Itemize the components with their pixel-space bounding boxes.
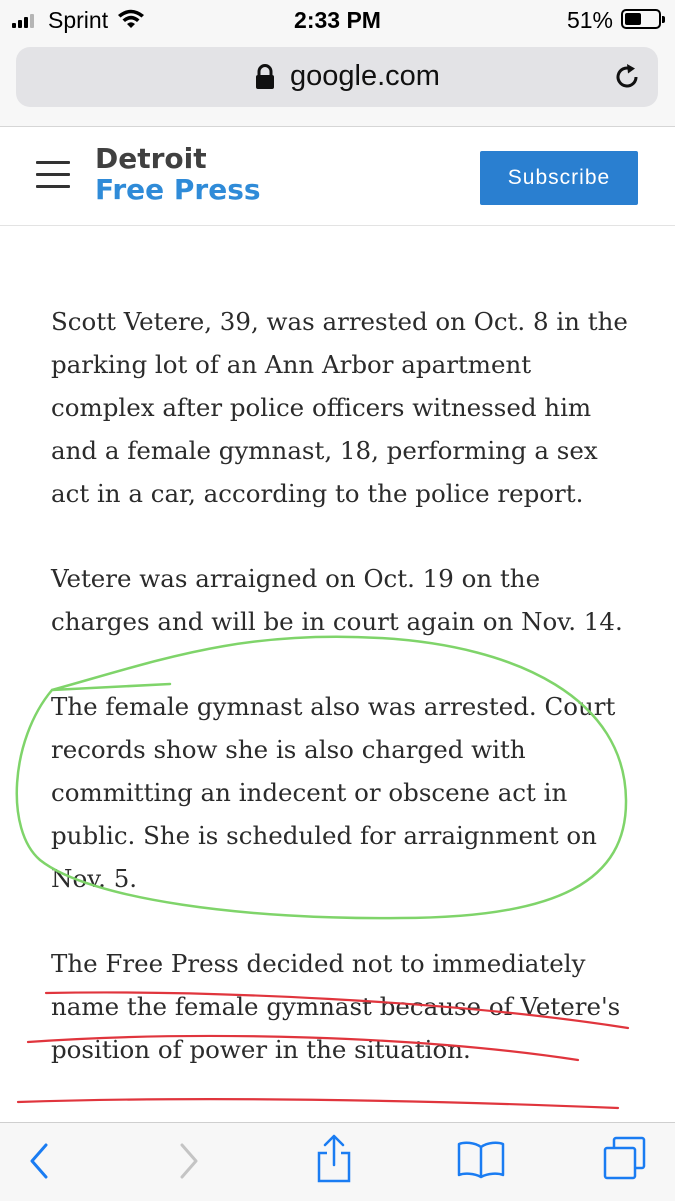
article-paragraph: Vetere was arraigned on Oct. 19 on the c… [51,564,623,636]
bookmarks-icon[interactable] [456,1139,506,1179]
reload-icon[interactable] [612,62,642,92]
brand-line-2: Free Press [95,173,261,206]
site-header: Detroit Free Press Subscribe [0,127,675,226]
forward-icon[interactable] [176,1141,202,1181]
battery-percentage: 51% [566,7,613,33]
status-bar: Sprint 2:33 PM 51% [0,0,675,40]
url-text: google.com [290,60,440,92]
article-paragraph: The female gymnast also was arrested. Co… [51,692,616,893]
menu-icon[interactable] [36,161,70,197]
share-icon[interactable] [314,1133,354,1185]
site-logo[interactable]: Detroit Free Press [95,143,261,205]
lock-icon [256,64,274,89]
address-bar[interactable]: google.com [16,47,658,107]
brand-line-1: Detroit [95,142,207,175]
battery-fill [625,13,641,25]
back-icon[interactable] [26,1141,52,1181]
article-paragraph: The Free Press decided not to immediatel… [51,949,621,1064]
tabs-icon[interactable] [602,1136,648,1182]
browser-toolbar [0,1122,675,1201]
subscribe-button[interactable]: Subscribe [480,151,638,205]
article-body: Scott Vetere, 39, was arrested on Oct. 8… [51,300,641,1113]
article-paragraph: Scott Vetere, 39, was arrested on Oct. 8… [51,307,628,508]
browser-address-area: google.com [0,40,675,127]
battery-icon [621,9,665,29]
